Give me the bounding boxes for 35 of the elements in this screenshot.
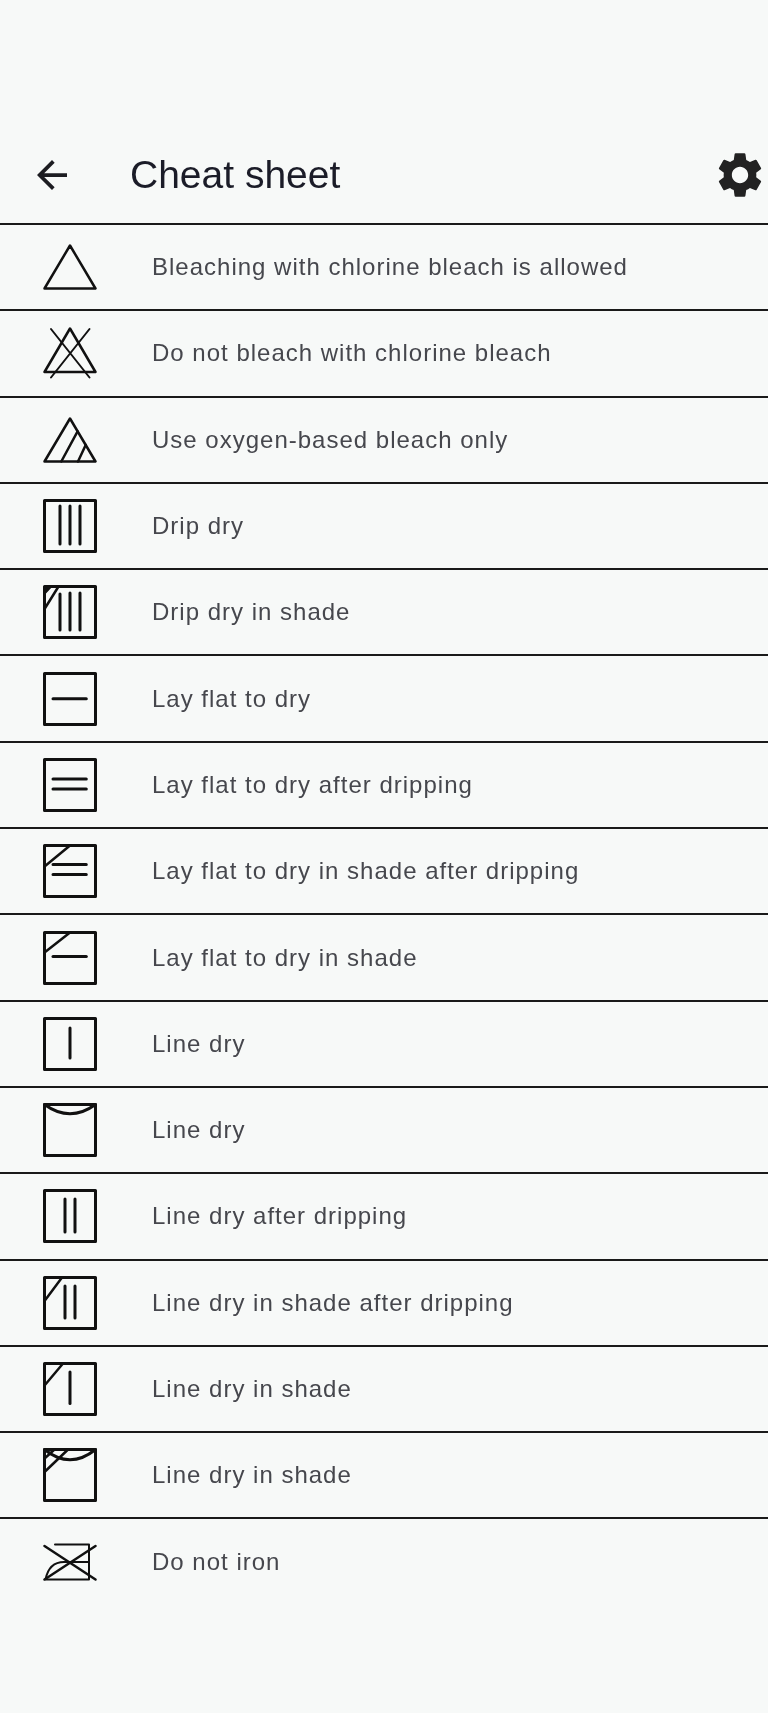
- square-vertical-line-slash-icon: [43, 1362, 97, 1416]
- symbol-description: Use oxygen-based bleach only: [152, 425, 509, 454]
- symbol-description: Line dry in shade: [152, 1461, 352, 1490]
- square-curve-slash-icon: [43, 1448, 97, 1503]
- square-two-vertical-lines-slash-icon: [43, 1275, 97, 1330]
- back-button[interactable]: [37, 159, 67, 190]
- back-arrow-icon: [37, 159, 67, 190]
- symbol-description: Line dry in shade: [152, 1375, 352, 1403]
- square-two-horizontal-lines-slash-icon: [43, 844, 97, 899]
- symbol-description: Bleaching with chlorine bleach is allowed: [152, 253, 628, 282]
- symbol-description: Drip dry: [152, 512, 244, 541]
- symbol-description: Lay flat to dry: [152, 684, 312, 713]
- square-curve-icon: [43, 1103, 97, 1158]
- symbol-description: Lay flat to dry in shade: [152, 943, 418, 972]
- symbol-description: Line dry in shade after dripping: [152, 1288, 514, 1317]
- page-title: Cheat sheet: [130, 152, 341, 197]
- symbol-description: Line dry after dripping: [152, 1202, 408, 1231]
- square-two-horizontal-lines-icon: [43, 757, 97, 812]
- symbol-description: Do not iron: [152, 1547, 281, 1576]
- symbol-description: Lay flat to dry in shade after dripping: [152, 857, 580, 886]
- crossed-iron-icon: [43, 1542, 97, 1581]
- symbol-description: Line dry: [152, 1116, 246, 1145]
- crossed-triangle-icon: [43, 327, 97, 380]
- symbol-description: Do not bleach with chlorine bleach: [152, 339, 552, 368]
- hatched-triangle-icon: [43, 416, 97, 463]
- settings-icon: [718, 152, 762, 197]
- triangle-icon: [43, 244, 97, 291]
- settings-button[interactable]: [718, 152, 762, 197]
- square-two-vertical-lines-icon: [43, 1189, 97, 1244]
- square-horizontal-line-slash-icon: [43, 930, 97, 985]
- symbol-description: Lay flat to dry after dripping: [152, 770, 473, 799]
- square-three-vertical-lines-slash-icon: [43, 585, 97, 640]
- symbol-description: Drip dry in shade: [152, 598, 351, 627]
- square-three-vertical-lines-icon: [43, 499, 97, 554]
- symbol-description: Line dry: [152, 1029, 246, 1058]
